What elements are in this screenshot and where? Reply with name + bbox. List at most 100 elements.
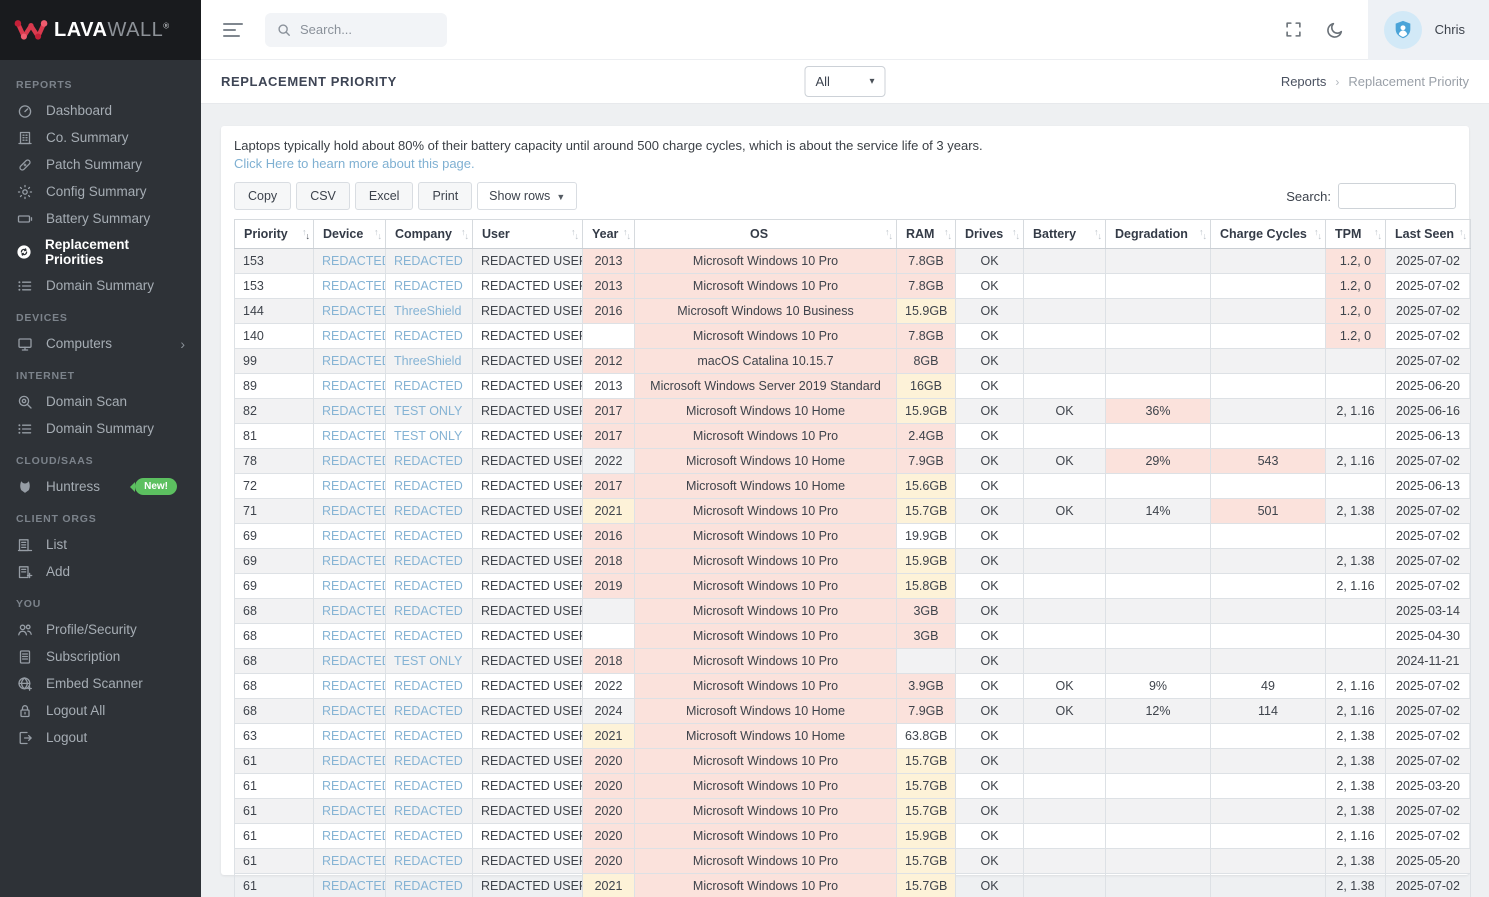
column-header-device[interactable]: Device↑↓	[314, 220, 386, 249]
table-cell-link[interactable]: TEST ONLY	[386, 649, 473, 674]
table-cell-link[interactable]: REDACTED	[314, 724, 386, 749]
table-cell-link[interactable]: REDACTED	[386, 599, 473, 624]
table-cell-link[interactable]: REDACTED	[314, 774, 386, 799]
sidebar-item-logout[interactable]: Logout	[0, 724, 201, 751]
user-menu[interactable]: Chris	[1368, 0, 1489, 60]
table-cell-link[interactable]: REDACTED	[386, 574, 473, 599]
table-cell-link[interactable]: REDACTED	[314, 324, 386, 349]
sidebar-item-list[interactable]: List	[0, 531, 201, 558]
table-cell-link[interactable]: ThreeShield	[386, 349, 473, 374]
table-cell-link[interactable]: REDACTED	[386, 324, 473, 349]
table-cell-link[interactable]: REDACTED	[386, 724, 473, 749]
table-cell-link[interactable]: REDACTED	[386, 849, 473, 874]
column-header-priority[interactable]: Priority↑↓	[235, 220, 314, 249]
column-header-drives[interactable]: Drives↑↓	[956, 220, 1024, 249]
column-header-ram[interactable]: RAM↑↓	[897, 220, 956, 249]
sidebar-item-co-summary[interactable]: Co. Summary	[0, 124, 201, 151]
copy-button[interactable]: Copy	[234, 182, 291, 210]
table-cell-link[interactable]: REDACTED	[386, 274, 473, 299]
table-cell-link[interactable]: REDACTED	[386, 524, 473, 549]
table-search-input[interactable]	[1338, 183, 1456, 209]
table-cell-link[interactable]: REDACTED	[314, 799, 386, 824]
table-cell-link[interactable]: REDACTED	[314, 424, 386, 449]
table-cell-link[interactable]: REDACTED	[314, 574, 386, 599]
sidebar-item-dashboard[interactable]: Dashboard	[0, 97, 201, 124]
sidebar-item-battery-summary[interactable]: Battery Summary	[0, 205, 201, 232]
sidebar-item-huntress[interactable]: HuntressNew!	[0, 473, 201, 500]
table-cell-link[interactable]: ThreeShield	[386, 299, 473, 324]
table-cell-link[interactable]: REDACTED	[386, 774, 473, 799]
global-search[interactable]	[265, 13, 447, 47]
table-cell-link[interactable]: REDACTED	[386, 674, 473, 699]
sidebar-item-patch-summary[interactable]: Patch Summary	[0, 151, 201, 178]
table-cell-link[interactable]: REDACTED	[314, 474, 386, 499]
breadcrumb-reports[interactable]: Reports	[1281, 74, 1327, 89]
sidebar-item-logout-all[interactable]: Logout All	[0, 697, 201, 724]
dark-mode-icon[interactable]	[1326, 21, 1344, 39]
learn-more-link[interactable]: Click Here to hearn more about this page…	[234, 155, 1456, 173]
table-cell-link[interactable]: TEST ONLY	[386, 424, 473, 449]
table-cell-link[interactable]: REDACTED	[314, 699, 386, 724]
column-header-os[interactable]: OS↑↓	[635, 220, 897, 249]
table-cell-link[interactable]: REDACTED	[314, 549, 386, 574]
column-header-battery[interactable]: Battery↑↓	[1024, 220, 1106, 249]
sidebar-item-embed-scanner[interactable]: Embed Scanner	[0, 670, 201, 697]
table-cell-link[interactable]: REDACTED	[314, 749, 386, 774]
table-cell-link[interactable]: REDACTED	[314, 849, 386, 874]
sidebar-item-domain-summary[interactable]: Domain Summary	[0, 272, 201, 299]
column-header-year[interactable]: Year↑↓	[583, 220, 635, 249]
table-cell-link[interactable]: REDACTED	[386, 499, 473, 524]
csv-button[interactable]: CSV	[296, 182, 350, 210]
table-cell-link[interactable]: REDACTED	[386, 824, 473, 849]
menu-toggle-icon[interactable]	[223, 19, 245, 41]
table-cell-link[interactable]: REDACTED	[386, 449, 473, 474]
company-filter-select[interactable]: All▾	[805, 66, 886, 97]
app-logo[interactable]: LAVAWALL®	[0, 0, 201, 60]
column-header-tpm[interactable]: TPM↑↓	[1326, 220, 1386, 249]
sidebar-item-domain-summary[interactable]: Domain Summary	[0, 415, 201, 442]
sidebar-item-subscription[interactable]: Subscription	[0, 643, 201, 670]
table-cell-link[interactable]: REDACTED	[386, 699, 473, 724]
sidebar-item-add[interactable]: Add	[0, 558, 201, 585]
sidebar-item-profile-security[interactable]: Profile/Security	[0, 616, 201, 643]
table-cell-link[interactable]: REDACTED	[314, 274, 386, 299]
table-cell-link[interactable]: REDACTED	[314, 499, 386, 524]
caret-down-icon: ▼	[556, 192, 565, 202]
global-search-input[interactable]	[300, 22, 420, 37]
table-cell-link[interactable]: REDACTED	[314, 824, 386, 849]
table-cell-link[interactable]: REDACTED	[386, 624, 473, 649]
sidebar-item-domain-scan[interactable]: Domain Scan	[0, 388, 201, 415]
sidebar-item-config-summary[interactable]: Config Summary	[0, 178, 201, 205]
table-cell-link[interactable]: REDACTED	[386, 749, 473, 774]
table-cell-link[interactable]: REDACTED	[314, 599, 386, 624]
column-header-last-seen[interactable]: Last Seen↑↓	[1386, 220, 1471, 249]
table-cell-link[interactable]: REDACTED	[314, 374, 386, 399]
column-header-company[interactable]: Company↑↓	[386, 220, 473, 249]
table-cell-link[interactable]: TEST ONLY	[386, 399, 473, 424]
table-cell-link[interactable]: REDACTED	[386, 249, 473, 274]
fullscreen-icon[interactable]	[1285, 21, 1302, 38]
sidebar-item-replacement-priorities[interactable]: Replacement Priorities	[0, 232, 201, 272]
table-cell-link[interactable]: REDACTED	[314, 449, 386, 474]
table-cell-link[interactable]: REDACTED	[386, 799, 473, 824]
excel-button[interactable]: Excel	[355, 182, 414, 210]
table-cell-link[interactable]: REDACTED	[314, 299, 386, 324]
show-rows-button[interactable]: Show rows▼	[477, 182, 577, 210]
table-cell-link[interactable]: REDACTED	[314, 649, 386, 674]
table-cell-link[interactable]: REDACTED	[314, 674, 386, 699]
table-cell-link[interactable]: REDACTED	[314, 874, 386, 897]
table-cell-link[interactable]: REDACTED	[314, 249, 386, 274]
table-cell-link[interactable]: REDACTED	[314, 399, 386, 424]
print-button[interactable]: Print	[418, 182, 472, 210]
column-header-charge-cycles[interactable]: Charge Cycles↑↓	[1211, 220, 1326, 249]
table-cell-link[interactable]: REDACTED	[386, 374, 473, 399]
table-cell-link[interactable]: REDACTED	[386, 874, 473, 897]
table-cell-link[interactable]: REDACTED	[314, 624, 386, 649]
table-cell-link[interactable]: REDACTED	[386, 474, 473, 499]
column-header-user[interactable]: User↑↓	[473, 220, 583, 249]
table-cell-link[interactable]: REDACTED	[314, 349, 386, 374]
table-cell-link[interactable]: REDACTED	[314, 524, 386, 549]
sidebar-item-computers[interactable]: Computers›	[0, 330, 201, 357]
table-cell-link[interactable]: REDACTED	[386, 549, 473, 574]
column-header-degradation[interactable]: Degradation↑↓	[1106, 220, 1211, 249]
